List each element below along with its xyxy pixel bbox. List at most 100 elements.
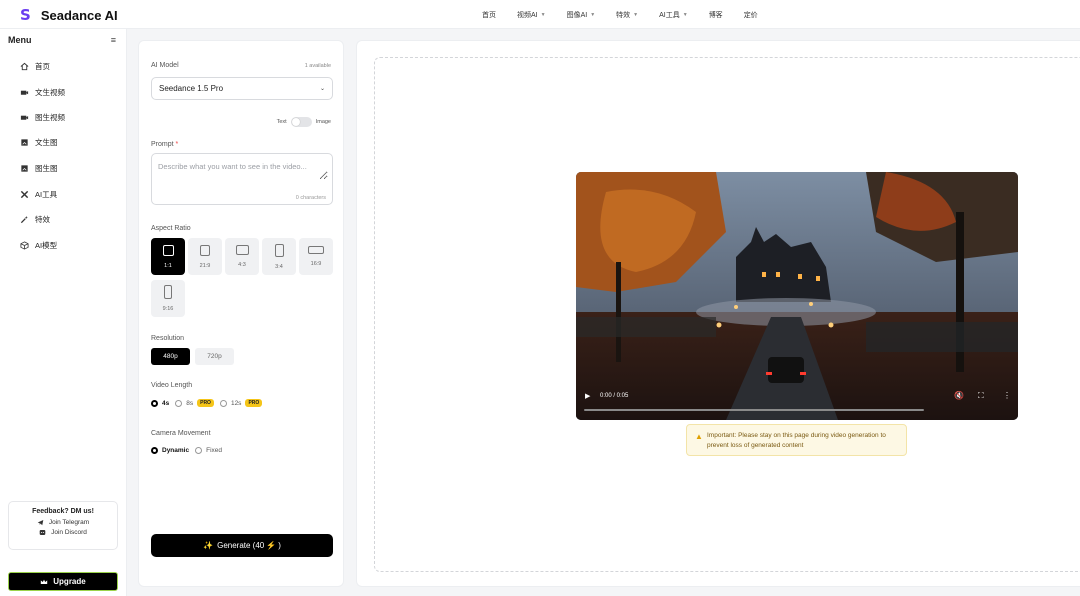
telegram-icon bbox=[37, 520, 44, 526]
radio-icon bbox=[151, 447, 158, 454]
image-video-icon bbox=[20, 115, 29, 120]
prompt-box: 0 characters bbox=[151, 153, 333, 205]
length-8s[interactable]: 8s PRO bbox=[175, 399, 214, 407]
join-telegram-link[interactable]: Join Telegram bbox=[9, 519, 117, 526]
hamburger-icon[interactable]: ≡ bbox=[111, 35, 116, 45]
camera-movement-options: Dynamic Fixed bbox=[151, 447, 228, 454]
join-discord-link[interactable]: Join Discord bbox=[9, 529, 117, 536]
menu-title: Menu bbox=[8, 35, 32, 45]
resolution-label: Resolution bbox=[151, 335, 185, 342]
cube-icon bbox=[20, 241, 29, 250]
radio-icon bbox=[219, 399, 227, 407]
ratio-4-3[interactable]: 4:3 bbox=[225, 238, 259, 275]
bolt-icon: ⚡ bbox=[266, 541, 277, 550]
sidebar-item-effects[interactable]: 特效 bbox=[20, 214, 50, 225]
pro-badge: PRO bbox=[197, 399, 214, 407]
generate-button[interactable]: ✨ Generate (40 ⚡ ) bbox=[151, 534, 333, 557]
model-available: 1 available bbox=[304, 63, 331, 69]
length-4s[interactable]: 4s bbox=[151, 399, 169, 407]
nav-video-ai[interactable]: 视频AI ▼ bbox=[517, 10, 546, 20]
chevron-down-icon: ⌄ bbox=[319, 86, 325, 92]
tools-icon bbox=[20, 190, 29, 199]
sidebar-item-home[interactable]: 首页 bbox=[20, 61, 50, 72]
sidebar-item-label: 首页 bbox=[35, 62, 50, 71]
chevron-down-icon: ▼ bbox=[590, 11, 596, 18]
sidebar-item-ai-tools[interactable]: AI工具 bbox=[20, 189, 57, 200]
toggle-text-label: Text bbox=[276, 119, 287, 125]
resolution-720p[interactable]: 720p bbox=[195, 348, 234, 365]
nav-home[interactable]: 首页 bbox=[482, 10, 496, 20]
video-icon bbox=[20, 90, 29, 95]
play-icon[interactable]: ▶ bbox=[585, 392, 590, 400]
radio-icon bbox=[151, 399, 158, 407]
resolution-480p[interactable]: 480p bbox=[151, 348, 190, 365]
sidebar: Menu ≡ 首页 文生视频 图生视频 文生图 图生图 AI工具 特效 AI模型… bbox=[0, 29, 127, 596]
prompt-input[interactable] bbox=[158, 162, 328, 180]
discord-icon bbox=[39, 530, 46, 535]
menu-header: Menu ≡ bbox=[8, 35, 116, 45]
magic-wand-icon bbox=[20, 215, 28, 224]
length-12s[interactable]: 12s PRO bbox=[219, 399, 263, 407]
input-mode-toggle: Text Image bbox=[277, 117, 331, 127]
feedback-card: Feedback? DM us! Join Telegram Join Disc… bbox=[8, 501, 118, 550]
nav-blog[interactable]: 博客 bbox=[709, 10, 723, 20]
upgrade-button[interactable]: Upgrade bbox=[8, 572, 118, 591]
sidebar-item-image-to-image[interactable]: 图生图 bbox=[20, 163, 58, 174]
radio-icon bbox=[195, 447, 203, 454]
sidebar-item-text-to-video[interactable]: 文生视频 bbox=[20, 87, 65, 98]
ratio-shape-icon bbox=[200, 244, 210, 256]
camera-movement-label: Camera Movement bbox=[151, 430, 211, 437]
prompt-label: Prompt * bbox=[151, 141, 179, 148]
app-name: Seadance AI bbox=[40, 7, 118, 23]
ratio-16-9[interactable]: 16:9 bbox=[299, 238, 333, 275]
sidebar-item-text-to-image[interactable]: 文生图 bbox=[20, 137, 58, 148]
sidebar-item-label: AI模型 bbox=[35, 241, 58, 250]
camera-fixed[interactable]: Fixed bbox=[195, 447, 222, 454]
important-notice: ▲ Important: Please stay on this page du… bbox=[686, 424, 907, 456]
logo-mark: S bbox=[20, 6, 31, 24]
chevron-down-icon: ▼ bbox=[633, 11, 639, 18]
char-count: 0 characters bbox=[295, 195, 326, 201]
video-progress-bar[interactable] bbox=[584, 409, 924, 411]
ratio-3-4[interactable]: 3:4 bbox=[262, 238, 296, 275]
nav-pricing[interactable]: 定价 bbox=[744, 10, 758, 20]
nav-ai-tools[interactable]: AI工具 ▼ bbox=[659, 10, 688, 20]
chevron-down-icon: ▼ bbox=[682, 11, 688, 18]
feedback-title: Feedback? DM us! bbox=[32, 508, 94, 515]
more-options-icon[interactable]: ⋮ bbox=[1003, 391, 1011, 400]
ratio-1-1[interactable]: 1:1 bbox=[151, 238, 185, 275]
notice-text: Important: Please stay on this page duri… bbox=[707, 432, 886, 449]
text-image-icon bbox=[21, 139, 28, 146]
home-icon bbox=[20, 62, 29, 71]
main-nav: 首页 视频AI ▼ 图像AI ▼ 特效 ▼ AI工具 ▼ 博客 定价 bbox=[482, 0, 779, 29]
sidebar-item-label: 图生图 bbox=[35, 164, 58, 173]
switch-knob bbox=[291, 118, 300, 126]
camera-dynamic[interactable]: Dynamic bbox=[151, 447, 189, 454]
ratio-shape-icon bbox=[162, 244, 174, 256]
nav-image-ai[interactable]: 图像AI ▼ bbox=[567, 10, 596, 20]
ratio-9-16[interactable]: 9:16 bbox=[151, 280, 185, 317]
mute-icon[interactable]: 🔇 bbox=[954, 391, 964, 400]
ratio-21-9[interactable]: 21:9 bbox=[188, 238, 222, 275]
sparkle-icon: ✨ bbox=[203, 541, 214, 550]
ratio-shape-icon bbox=[235, 245, 249, 255]
sidebar-item-label: 文生图 bbox=[35, 138, 58, 147]
video-time: 0:00 / 0:05 bbox=[600, 393, 629, 399]
nav-effects[interactable]: 特效 ▼ bbox=[616, 10, 638, 20]
model-select[interactable]: Seedance 1.5 Pro ⌄ bbox=[151, 77, 333, 100]
model-value: Seedance 1.5 Pro bbox=[159, 84, 224, 93]
mode-switch[interactable] bbox=[290, 117, 312, 127]
top-bar: S Seadance AI 首页 视频AI ▼ 图像AI ▼ 特效 ▼ AI工具 ▼ 博… bbox=[0, 0, 1080, 29]
ratio-shape-icon bbox=[164, 285, 172, 299]
logo[interactable]: S Seadance AI bbox=[20, 6, 118, 24]
sidebar-item-ai-models[interactable]: AI模型 bbox=[20, 240, 57, 251]
model-label: AI Model bbox=[151, 62, 179, 69]
video-length-label: Video Length bbox=[151, 382, 193, 389]
sidebar-item-label: 特效 bbox=[35, 215, 50, 224]
chevron-down-icon: ▼ bbox=[540, 11, 546, 18]
video-length-options: 4s 8s PRO 12s PRO bbox=[151, 399, 268, 407]
fullscreen-icon[interactable]: ⛶ bbox=[978, 391, 984, 401]
sidebar-item-image-to-video[interactable]: 图生视频 bbox=[20, 112, 65, 123]
sidebar-item-label: 文生视频 bbox=[35, 88, 65, 97]
video-player[interactable]: ▶ 0:00 / 0:05 🔇 ⛶ ⋮ bbox=[576, 172, 1018, 420]
